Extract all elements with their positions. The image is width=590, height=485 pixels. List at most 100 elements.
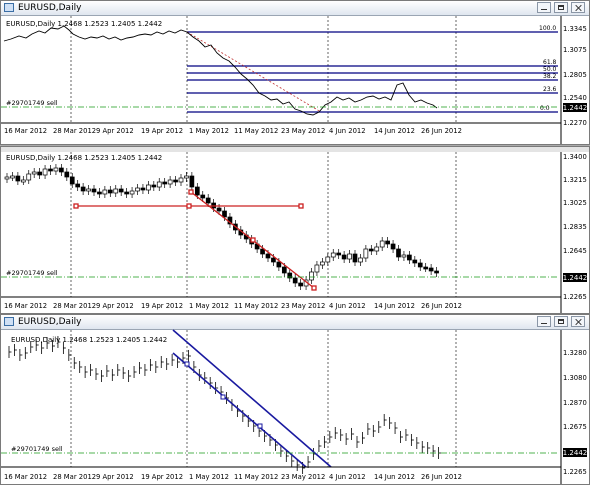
chart-plot-area[interactable]: EURUSD,Daily 1.2468 1.2523 1.2405 1.2442… bbox=[1, 315, 590, 485]
trendline-anchor bbox=[298, 203, 304, 209]
candle-body bbox=[167, 179, 173, 185]
channel-anchor bbox=[257, 423, 263, 429]
candle-body bbox=[91, 188, 97, 193]
y-tick-label: 1.3025 bbox=[563, 199, 587, 207]
candle-body bbox=[64, 171, 70, 178]
time-axis: 16 Mar 2012 28 Mar 2012 9 Apr 2012 19 Ap… bbox=[1, 466, 561, 481]
y-tick-label: 1.3400 bbox=[563, 153, 587, 161]
candle-body bbox=[194, 186, 200, 196]
candle-body bbox=[135, 187, 140, 192]
x-tick-label: 16 Mar 2012 bbox=[4, 302, 47, 310]
candle-body bbox=[118, 188, 124, 193]
x-tick-label: 28 Mar 2012 bbox=[53, 473, 96, 481]
y-tick-label: 1.3345 bbox=[563, 25, 587, 33]
candle-body bbox=[325, 256, 331, 263]
candle-body bbox=[151, 184, 157, 188]
candle-body bbox=[298, 282, 303, 287]
y-tick-label: 1.3080 bbox=[563, 374, 587, 382]
x-tick-label: 23 May 2012 bbox=[281, 302, 325, 310]
chart-window-trendlines[interactable]: EURUSD,Daily 1.2468 1.2523 1.2405 1.2442… bbox=[0, 146, 590, 314]
candle-body bbox=[184, 175, 189, 179]
order-label: #29701749 sell bbox=[11, 445, 63, 453]
trendline-anchor bbox=[186, 203, 192, 209]
chart-plot-area[interactable]: EURUSD,Daily 1.2468 1.2523 1.2405 1.2442… bbox=[1, 1, 590, 145]
candle-body bbox=[178, 177, 184, 183]
candle-body bbox=[292, 277, 298, 284]
current-price-text: 1.2442 bbox=[563, 104, 588, 112]
order-label: #29701749 sell bbox=[6, 269, 58, 277]
candle-body bbox=[320, 261, 325, 266]
candle-body bbox=[205, 197, 211, 204]
current-price-text: 1.2442 bbox=[563, 274, 588, 282]
trendline-anchor bbox=[73, 203, 79, 209]
chart-plot-area[interactable]: EURUSD,Daily 1.2468 1.2523 1.2405 1.2442… bbox=[1, 147, 590, 314]
price-axis: 1.3400 1.3215 1.3025 1.2835 1.2645 1.226… bbox=[560, 152, 588, 313]
candle-body bbox=[423, 266, 429, 270]
x-tick-label: 14 Jun 2012 bbox=[374, 302, 415, 310]
candle-body bbox=[26, 173, 32, 181]
candle-body bbox=[189, 175, 195, 188]
current-price-text: 1.2442 bbox=[563, 449, 588, 457]
x-tick-label: 9 Apr 2012 bbox=[96, 473, 134, 481]
candle-body bbox=[97, 191, 102, 195]
candle-body bbox=[15, 175, 21, 182]
x-tick-label: 16 Mar 2012 bbox=[4, 473, 47, 481]
symbol-info: EURUSD,Daily 1.2468 1.2523 1.2405 1.2442 bbox=[6, 20, 162, 28]
candle-body bbox=[20, 179, 26, 183]
fib-trend-line[interactable] bbox=[186, 31, 322, 113]
x-tick-label: 14 Jun 2012 bbox=[374, 127, 415, 135]
fib-label: 61.8 bbox=[543, 59, 557, 66]
candle-body bbox=[358, 257, 363, 263]
candle-body bbox=[102, 189, 108, 195]
candle-body bbox=[417, 262, 423, 268]
candle-body bbox=[309, 271, 314, 281]
candle-body bbox=[75, 183, 81, 188]
x-tick-label: 23 May 2012 bbox=[281, 127, 325, 135]
candle-body bbox=[156, 181, 162, 188]
window-tab-strip bbox=[1, 147, 589, 152]
fibonacci-retracement[interactable] bbox=[187, 31, 558, 113]
chart-window-fibonacci[interactable]: EURUSD,Daily EURUSD,Daily 1.2468 1.2523 … bbox=[0, 0, 590, 145]
candle-body bbox=[48, 168, 53, 172]
candle-body bbox=[42, 168, 48, 176]
candle-body bbox=[347, 253, 352, 260]
x-tick-label: 26 Jun 2012 bbox=[421, 302, 462, 310]
fib-label: 23.6 bbox=[543, 86, 557, 93]
channel-lower-line bbox=[172, 352, 307, 468]
x-tick-label: 11 May 2012 bbox=[234, 302, 278, 310]
candle-body bbox=[86, 188, 91, 192]
time-axis: 16 Mar 2012 28 Mar 2012 9 Apr 2012 19 Ap… bbox=[1, 122, 561, 135]
candle-body bbox=[368, 248, 374, 252]
x-tick-label: 26 Jun 2012 bbox=[421, 473, 462, 481]
candle-body bbox=[37, 171, 42, 176]
candle-body bbox=[124, 191, 129, 195]
price-axis: 1.3345 1.3075 1.2805 1.2540 1.2270 1.244… bbox=[560, 16, 588, 144]
vertical-grid bbox=[70, 330, 457, 467]
y-tick-label: 1.2265 bbox=[563, 293, 587, 301]
candle-body bbox=[4, 176, 10, 180]
candle-body bbox=[428, 267, 434, 272]
candle-body bbox=[276, 261, 282, 268]
chart-window-channel[interactable]: EURUSD,Daily EURUSD,Daily 1.2468 1.2523 … bbox=[0, 314, 590, 485]
x-tick-label: 4 Jun 2012 bbox=[329, 473, 366, 481]
candle-body bbox=[53, 167, 59, 172]
candle-body bbox=[129, 190, 135, 195]
candle-body bbox=[113, 188, 119, 194]
x-tick-label: 4 Jun 2012 bbox=[329, 302, 366, 310]
y-tick-label: 1.2645 bbox=[563, 247, 587, 255]
fib-label: 100.0 bbox=[539, 25, 556, 32]
channel-anchor bbox=[184, 361, 190, 367]
candle-body bbox=[434, 270, 439, 274]
trendline-anchor bbox=[250, 237, 256, 243]
candle-body bbox=[31, 171, 37, 175]
equidistant-channel[interactable] bbox=[172, 329, 332, 468]
trendline-objects[interactable] bbox=[73, 189, 317, 291]
channel-anchor bbox=[220, 394, 226, 400]
x-tick-label: 11 May 2012 bbox=[234, 127, 278, 135]
x-tick-label: 19 Apr 2012 bbox=[141, 127, 183, 135]
candle-body bbox=[80, 186, 86, 192]
candle-body bbox=[265, 253, 271, 259]
x-tick-label: 23 May 2012 bbox=[281, 473, 325, 481]
x-tick-label: 11 May 2012 bbox=[234, 473, 278, 481]
candle-body bbox=[336, 252, 342, 256]
